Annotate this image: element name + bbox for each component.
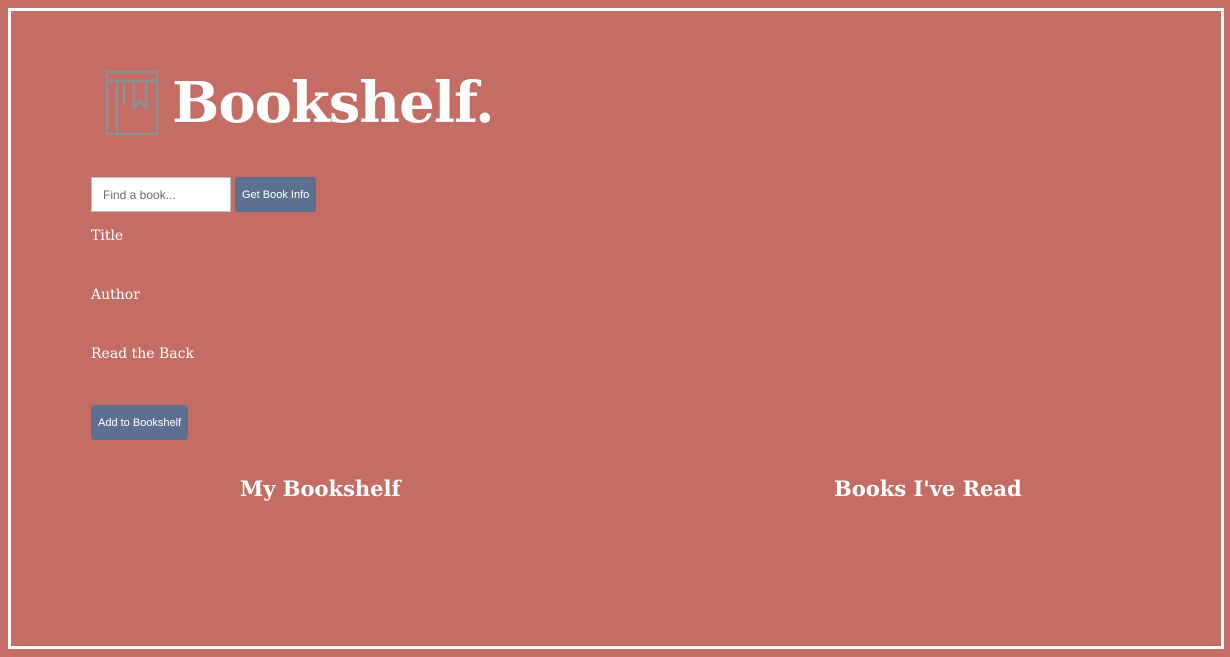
books-read-heading: Books I've Read xyxy=(834,476,1022,501)
search-input[interactable] xyxy=(91,177,231,212)
add-to-bookshelf-button[interactable]: Add to Bookshelf xyxy=(91,405,189,440)
header: Bookshelf. xyxy=(104,68,495,138)
get-book-info-button[interactable]: Get Book Info xyxy=(235,177,317,212)
read-the-back-label: Read the Back xyxy=(91,346,194,362)
search-bar: Get Book Info xyxy=(91,177,317,212)
book-icon xyxy=(105,70,159,136)
title-label: Title xyxy=(91,228,124,244)
author-label: Author xyxy=(91,287,140,303)
app-title: Bookshelf. xyxy=(172,70,495,136)
my-bookshelf-heading: My Bookshelf xyxy=(240,476,401,501)
